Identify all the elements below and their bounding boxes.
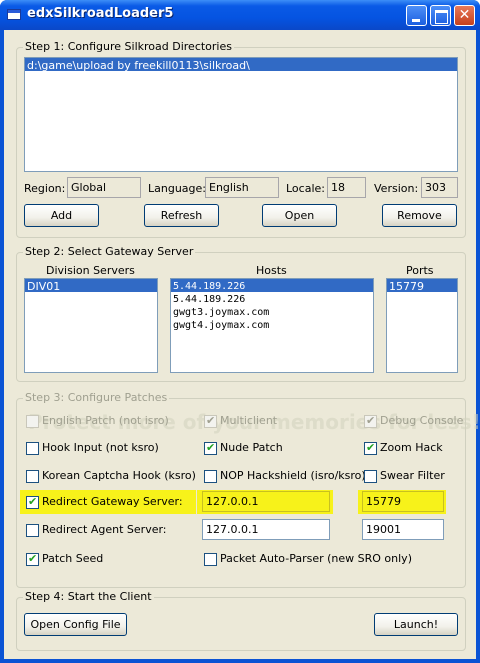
swear-filter-checkbox[interactable] — [364, 470, 377, 483]
patch-seed-checkbox[interactable] — [26, 552, 39, 566]
nop-hackshield-checkbox[interactable] — [204, 470, 217, 483]
korean-captcha-checkbox[interactable] — [26, 470, 39, 483]
hook-input-checkbox[interactable] — [26, 442, 39, 455]
locale-field: 18 — [327, 177, 366, 198]
open-config-file-button[interactable]: Open Config File — [24, 613, 127, 636]
agent-port-input[interactable]: 19001 — [362, 519, 444, 540]
division-servers-list[interactable]: DIV01 — [24, 278, 158, 373]
redirect-gateway-checkbox[interactable] — [26, 495, 39, 509]
korean-captcha-label: Korean Captcha Hook (ksro) — [42, 469, 196, 482]
step3-legend: Step 3: Configure Patches — [23, 391, 170, 404]
refresh-button[interactable]: Refresh — [144, 204, 219, 227]
maximize-button[interactable] — [430, 5, 451, 26]
step2-legend: Step 2: Select Gateway Server — [23, 245, 196, 258]
multiclient-label: Multiclient — [220, 414, 278, 427]
division-item[interactable]: DIV01 — [25, 279, 157, 293]
multiclient-checkbox[interactable] — [204, 414, 217, 428]
title-bar[interactable]: edxSilkroadLoader5 ✕ — [0, 0, 480, 30]
open-button[interactable]: Open — [262, 204, 337, 227]
directories-list[interactable]: d:\game\upload by freekill0113\silkroad\ — [24, 57, 458, 172]
app-window: edxSilkroadLoader5 ✕ Step 1: Configure S… — [0, 0, 480, 663]
language-label: Language: — [148, 182, 206, 195]
language-field: English — [205, 177, 279, 198]
zoom-hack-checkbox[interactable] — [364, 441, 377, 455]
redirect-agent-checkbox[interactable] — [26, 524, 39, 537]
host-item[interactable]: gwgt3.joymax.com — [171, 305, 373, 318]
host-item[interactable]: 5.44.189.226 — [171, 279, 373, 292]
division-servers-header: Division Servers — [46, 264, 135, 277]
packet-parser-checkbox[interactable] — [204, 553, 217, 566]
hosts-list[interactable]: 5.44.189.226 5.44.189.226 gwgt3.joymax.c… — [170, 278, 374, 373]
version-label: Version: — [374, 182, 419, 195]
close-button[interactable]: ✕ — [454, 5, 475, 26]
ports-header: Ports — [406, 264, 434, 277]
ports-list[interactable]: 15779 — [386, 278, 458, 373]
directory-item[interactable]: d:\game\upload by freekill0113\silkroad\ — [25, 58, 457, 72]
host-item[interactable]: 5.44.189.226 — [171, 292, 373, 305]
debug-console-label: Debug Console — [380, 414, 464, 427]
redirect-gateway-label: Redirect Gateway Server: — [42, 495, 183, 508]
port-item[interactable]: 15779 — [387, 279, 457, 293]
minimize-button[interactable] — [406, 5, 427, 26]
hosts-header: Hosts — [256, 264, 287, 277]
app-icon — [7, 9, 21, 20]
nude-patch-checkbox[interactable] — [204, 441, 217, 455]
english-patch-checkbox[interactable] — [26, 415, 39, 428]
packet-parser-label: Packet Auto-Parser (new SRO only) — [220, 552, 412, 565]
host-item[interactable]: gwgt4.joymax.com — [171, 318, 373, 331]
nop-hackshield-label: NOP Hackshield (isro/ksro) — [220, 469, 366, 482]
patch-seed-label: Patch Seed — [42, 552, 104, 565]
gateway-port-input[interactable]: 15779 — [362, 491, 444, 512]
debug-console-checkbox[interactable] — [364, 414, 377, 428]
step1-legend: Step 1: Configure Silkroad Directories — [23, 40, 234, 53]
close-icon: ✕ — [458, 7, 471, 23]
gateway-ip-input[interactable]: 127.0.0.1 — [202, 491, 330, 512]
nude-patch-label: Nude Patch — [220, 441, 283, 454]
hook-input-label: Hook Input (not ksro) — [42, 441, 159, 454]
english-patch-label: English Patch (not isro) — [42, 414, 169, 427]
version-field: 303 — [421, 177, 458, 198]
step4-legend: Step 4: Start the Client — [23, 590, 154, 603]
client-area: Step 1: Configure Silkroad Directories d… — [4, 30, 480, 659]
locale-label: Locale: — [286, 182, 325, 195]
redirect-agent-label: Redirect Agent Server: — [42, 523, 167, 536]
agent-ip-input[interactable]: 127.0.0.1 — [202, 519, 330, 540]
remove-button[interactable]: Remove — [382, 204, 457, 227]
window-title: edxSilkroadLoader5 — [27, 6, 174, 21]
region-label: Region: — [24, 182, 66, 195]
region-field: Global — [67, 177, 141, 198]
launch-button[interactable]: Launch! — [374, 613, 458, 636]
swear-filter-label: Swear Filter — [380, 469, 445, 482]
add-button[interactable]: Add — [24, 204, 99, 227]
zoom-hack-label: Zoom Hack — [380, 441, 443, 454]
